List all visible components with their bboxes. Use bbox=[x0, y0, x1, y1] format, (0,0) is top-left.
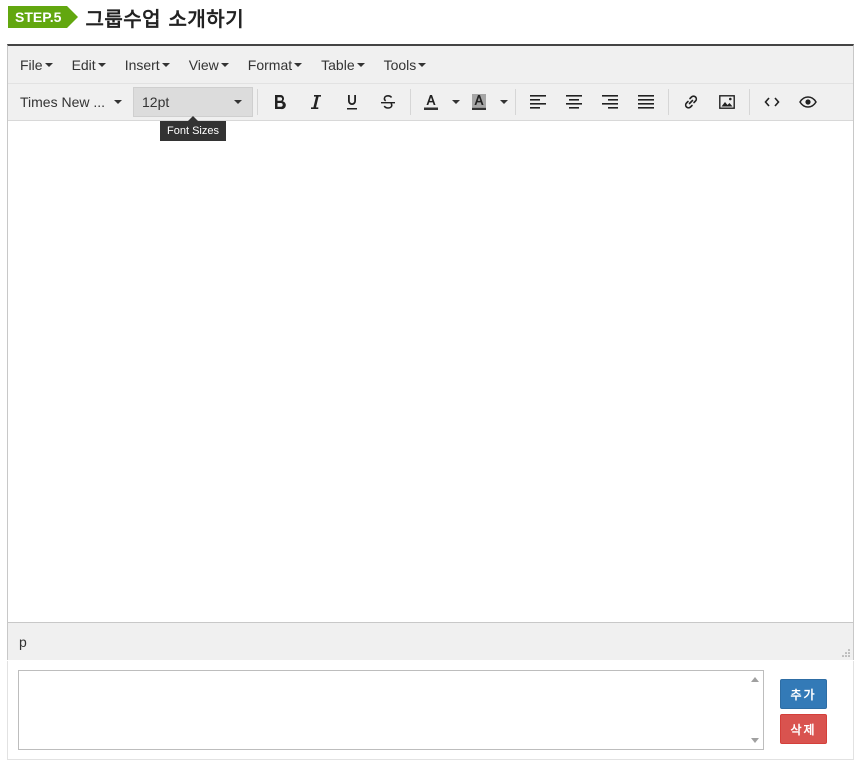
underline-icon bbox=[347, 95, 357, 110]
image-icon bbox=[719, 95, 735, 109]
step-badge: STEP.5 bbox=[8, 6, 79, 28]
menu-label: Tools bbox=[383, 56, 417, 73]
italic-icon bbox=[311, 95, 321, 109]
page-title: 그룹수업 소개하기 bbox=[85, 6, 245, 31]
align-left-icon bbox=[530, 95, 546, 109]
element-path[interactable]: p bbox=[19, 634, 27, 650]
strikethrough-icon bbox=[381, 94, 395, 109]
font-family-value: Times New ... bbox=[20, 94, 106, 110]
scroll-up-arrow-icon[interactable] bbox=[751, 677, 759, 682]
statusbar: p bbox=[8, 622, 853, 660]
bottom-panel: 추가 삭제 bbox=[7, 661, 854, 760]
font-size-value: 12pt bbox=[142, 94, 170, 110]
source-code-icon bbox=[764, 97, 780, 107]
toolbar-divider bbox=[668, 89, 669, 115]
background-color-dropdown[interactable] bbox=[495, 87, 511, 117]
insert-link-button[interactable] bbox=[673, 87, 709, 117]
menu-edit[interactable]: Edit bbox=[64, 57, 114, 73]
bold-button[interactable] bbox=[262, 87, 298, 117]
strikethrough-button[interactable] bbox=[370, 87, 406, 117]
delete-button[interactable]: 삭제 bbox=[780, 714, 827, 744]
align-left-button[interactable] bbox=[520, 87, 556, 117]
step-header: STEP.5 그룹수업 소개하기 bbox=[8, 4, 245, 31]
caret-down-icon bbox=[220, 62, 229, 67]
menu-tools[interactable]: Tools bbox=[376, 57, 435, 73]
caret-down-icon bbox=[114, 100, 122, 104]
font-size-select[interactable]: 12pt bbox=[133, 87, 253, 117]
font-sizes-tooltip: Font Sizes bbox=[160, 116, 226, 141]
align-right-button[interactable] bbox=[592, 87, 628, 117]
caret-down-icon bbox=[452, 100, 460, 104]
menu-label: Insert bbox=[124, 56, 160, 73]
menu-insert[interactable]: Insert bbox=[117, 57, 178, 73]
align-justify-icon bbox=[638, 95, 654, 109]
caret-down-icon bbox=[44, 62, 53, 67]
preview-icon bbox=[799, 96, 817, 108]
menu-format[interactable]: Format bbox=[240, 57, 310, 73]
caret-down-icon bbox=[234, 100, 242, 104]
menubar: File Edit Insert View Format Table Tools bbox=[8, 46, 853, 84]
link-icon bbox=[684, 95, 698, 109]
bold-icon bbox=[275, 95, 286, 110]
align-center-icon bbox=[566, 95, 582, 109]
menu-label: Table bbox=[321, 56, 355, 73]
align-justify-button[interactable] bbox=[628, 87, 664, 117]
textarea-scrollbar[interactable] bbox=[747, 671, 763, 749]
menu-label: View bbox=[188, 56, 219, 73]
insert-image-button[interactable] bbox=[709, 87, 745, 117]
toolbar: Times New ... 12pt Font Sizes bbox=[8, 84, 853, 141]
caret-down-icon bbox=[294, 62, 303, 67]
font-family-select[interactable]: Times New ... bbox=[12, 87, 132, 117]
caret-down-icon bbox=[97, 62, 106, 67]
preview-button[interactable] bbox=[790, 87, 826, 117]
italic-button[interactable] bbox=[298, 87, 334, 117]
align-center-button[interactable] bbox=[556, 87, 592, 117]
toolbar-divider bbox=[410, 89, 411, 115]
background-color-button[interactable] bbox=[463, 87, 495, 117]
menu-label: Format bbox=[247, 56, 293, 73]
rich-text-editor: File Edit Insert View Format Table Tools… bbox=[7, 44, 854, 660]
align-right-icon bbox=[602, 95, 618, 109]
menu-label: File bbox=[20, 56, 43, 73]
underline-button[interactable] bbox=[334, 87, 370, 117]
source-code-button[interactable] bbox=[754, 87, 790, 117]
caret-down-icon bbox=[356, 62, 365, 67]
editor-content-area[interactable] bbox=[8, 121, 853, 622]
text-color-dropdown[interactable] bbox=[447, 87, 463, 117]
toolbar-divider bbox=[515, 89, 516, 115]
menu-view[interactable]: View bbox=[181, 57, 237, 73]
add-button[interactable]: 추가 bbox=[780, 679, 827, 709]
text-color-icon bbox=[424, 95, 438, 110]
resize-handle-icon[interactable] bbox=[841, 648, 851, 658]
text-color-button[interactable] bbox=[415, 87, 447, 117]
caret-down-icon bbox=[161, 62, 170, 67]
caret-down-icon bbox=[418, 62, 427, 67]
toolbar-divider bbox=[749, 89, 750, 115]
toolbar-divider bbox=[257, 89, 258, 115]
menu-label: Edit bbox=[71, 56, 96, 73]
description-textarea[interactable] bbox=[18, 670, 764, 750]
menu-file[interactable]: File bbox=[12, 57, 61, 73]
background-color-icon bbox=[472, 94, 486, 110]
scroll-down-arrow-icon[interactable] bbox=[751, 738, 759, 743]
menu-table[interactable]: Table bbox=[313, 57, 372, 73]
caret-down-icon bbox=[500, 100, 508, 104]
